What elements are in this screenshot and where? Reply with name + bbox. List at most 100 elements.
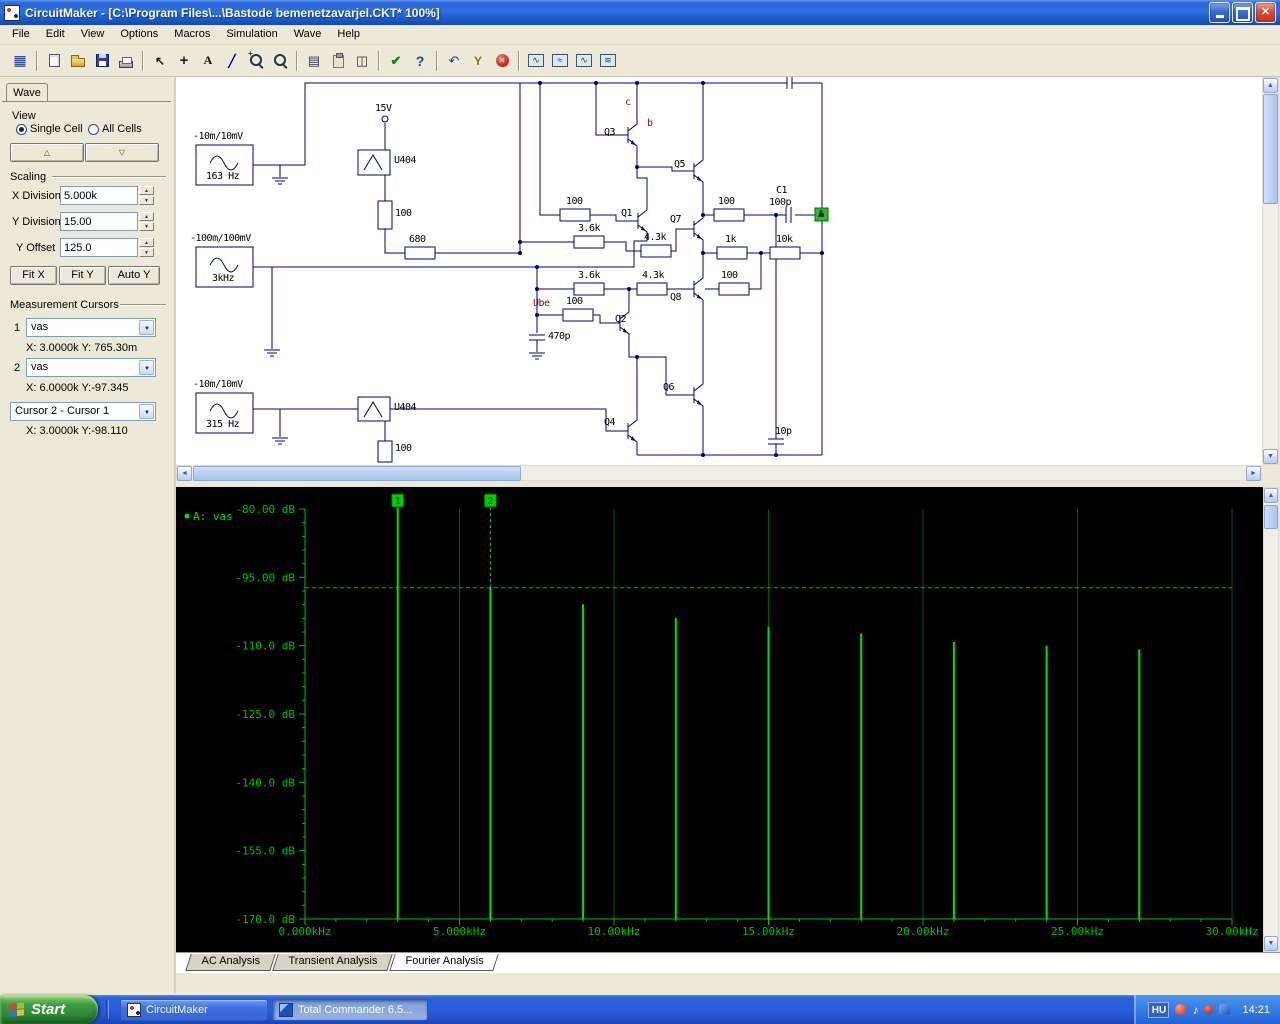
save-file-button[interactable] — [90, 49, 114, 72]
radio-all-cells[interactable]: All Cells — [88, 123, 142, 135]
wire-tool-button[interactable]: ╱ — [220, 49, 244, 72]
cursor2-readout: X: 6.0000k Y:-97.345 — [26, 382, 129, 394]
taskbar-item-circuitmaker[interactable]: CircuitMaker — [120, 999, 268, 1021]
zoom-tool-button[interactable] — [268, 49, 292, 72]
hscroll-thumb[interactable] — [193, 466, 521, 481]
schematic-vscrollbar[interactable] — [1262, 77, 1279, 465]
netlist-button[interactable]: ▤ — [302, 49, 326, 72]
menu-item-options[interactable]: Options — [112, 25, 166, 44]
scroll-down-icon[interactable] — [1263, 449, 1278, 464]
start-button[interactable]: Start — [0, 995, 98, 1024]
spin-up-icon[interactable] — [139, 186, 154, 195]
schematic-label: b — [647, 118, 653, 129]
antivirus-tray-icon[interactable] — [1175, 1004, 1187, 1015]
schematic-label: 3kHz — [212, 273, 235, 284]
scroll-up-icon[interactable] — [1264, 488, 1278, 503]
copy-to-clipboard-button[interactable] — [326, 49, 350, 72]
schematic-label: 100 — [718, 196, 735, 207]
chevron-down-icon[interactable] — [139, 360, 154, 375]
plot-vscrollbar[interactable] — [1263, 487, 1279, 952]
x-tick-label: 25.00kHz — [1051, 925, 1104, 938]
menu-item-macros[interactable]: Macros — [166, 25, 218, 44]
vscroll-thumb[interactable] — [1263, 94, 1278, 204]
schematic-hscrollbar[interactable] — [176, 465, 1262, 481]
scrollbar-corner — [1262, 465, 1279, 481]
spin-down-icon[interactable] — [139, 248, 154, 257]
new-file-button[interactable] — [42, 49, 66, 72]
schematic-label: 100 — [395, 443, 412, 454]
tab-fourier-analysis[interactable]: Fourier Analysis — [388, 954, 499, 971]
radio-single-cell-label: Single Cell — [30, 123, 83, 135]
auto-y-button[interactable]: Auto Y — [108, 266, 160, 285]
scroll-wave-down-button[interactable] — [85, 143, 159, 162]
schematic-label: 10p — [775, 426, 792, 437]
spin-down-icon[interactable] — [139, 222, 154, 231]
zoom-in-tool-button[interactable]: + — [244, 49, 268, 72]
probe-tool-button[interactable]: Y — [466, 49, 490, 72]
scroll-wave-up-button[interactable] — [10, 143, 84, 162]
fit-y-button[interactable]: Fit Y — [59, 266, 106, 285]
fourier-plot-canvas[interactable]: -80.00 dB -95.00 dB -110.0 dB -125.0 dB -140… — [176, 487, 1263, 952]
y-offset-input[interactable] — [60, 238, 138, 257]
menu-item-simulation[interactable]: Simulation — [218, 25, 285, 44]
y-division-input[interactable] — [60, 212, 138, 231]
network-tray-icon[interactable] — [1219, 1004, 1231, 1015]
menu-item-wave[interactable]: Wave — [286, 25, 330, 44]
scroll-down-icon[interactable] — [1264, 936, 1278, 951]
spin-up-icon[interactable] — [139, 238, 154, 247]
minimize-button[interactable] — [1209, 2, 1230, 23]
menu-item-file[interactable]: File — [4, 25, 38, 44]
scroll-left-icon[interactable] — [177, 466, 192, 481]
help-button[interactable]: ? — [408, 49, 432, 72]
overlay-waveform-window-button[interactable]: ≋ — [596, 49, 620, 72]
x-tick-label: 10.00kHz — [588, 925, 641, 938]
spin-up-icon[interactable] — [139, 212, 154, 221]
radio-dot-icon — [16, 123, 27, 135]
maximize-button[interactable] — [1232, 2, 1253, 23]
radio-single-cell[interactable]: Single Cell — [16, 123, 83, 135]
scroll-up-icon[interactable] — [1263, 78, 1278, 93]
spin-down-icon[interactable] — [139, 196, 154, 205]
fit-x-button[interactable]: Fit X — [10, 266, 57, 285]
cursor1-signal-select[interactable]: vas — [26, 318, 156, 337]
section-rule — [52, 176, 166, 178]
toolbar-separator — [378, 50, 380, 71]
x-division-input[interactable] — [60, 186, 138, 205]
close-button[interactable] — [1255, 2, 1276, 23]
wave-tab[interactable]: Wave — [6, 83, 48, 102]
wave2-icon: ≈ — [552, 54, 568, 67]
menu-item-help[interactable]: Help — [329, 25, 368, 44]
undo-button[interactable]: ↶ — [442, 49, 466, 72]
scanner-tray-icon[interactable] — [1204, 1005, 1214, 1014]
place-part-tool-button[interactable]: + — [172, 49, 196, 72]
menu-item-view[interactable]: View — [73, 25, 113, 44]
split-waveform-window-button[interactable]: ≈ — [548, 49, 572, 72]
scroll-right-icon[interactable] — [1246, 466, 1261, 481]
print-button[interactable] — [114, 49, 138, 72]
chevron-down-icon[interactable] — [139, 320, 154, 335]
parts-browser-button[interactable]: ▦ — [8, 49, 32, 72]
stop-simulation-button[interactable]: ✕ — [490, 49, 514, 72]
plot-vscroll-thumb[interactable] — [1264, 505, 1278, 529]
tab-transient-analysis[interactable]: Transient Analysis — [271, 954, 393, 971]
waveform-window-button[interactable]: ∿ — [524, 49, 548, 72]
y-tick-label: -140.0 dB — [235, 776, 295, 789]
text-tool-button[interactable]: A — [196, 49, 220, 72]
select-tool-button[interactable]: ↖ — [148, 49, 172, 72]
taskbar-item-total-commander[interactable]: Total Commander 6.5... — [272, 999, 428, 1021]
cursor2-signal-select[interactable]: vas — [26, 358, 156, 377]
cursor-diff-select[interactable]: Cursor 2 - Cursor 1 — [10, 402, 156, 421]
cursor2-signal-value: vas — [31, 361, 49, 373]
volume-tray-icon[interactable]: ♪ — [1192, 1004, 1198, 1016]
chevron-down-icon[interactable] — [139, 404, 154, 419]
language-indicator[interactable]: HU — [1148, 1001, 1170, 1018]
stacked-waveform-window-button[interactable]: ∿ — [572, 49, 596, 72]
run-simulation-button[interactable]: ✔ — [384, 49, 408, 72]
menu-item-edit[interactable]: Edit — [38, 25, 73, 44]
schematic-label: Q5 — [674, 159, 686, 170]
taskbar-divider — [106, 1000, 109, 1019]
open-file-button[interactable] — [66, 49, 90, 72]
split-view-button[interactable]: ◫ — [350, 49, 374, 72]
tab-ac-analysis[interactable]: AC Analysis — [185, 954, 276, 971]
schematic-canvas[interactable]: -10m/10mV 163 Hz -100m/100mV 3kHz -10m/10mV 3… — [176, 77, 1262, 465]
